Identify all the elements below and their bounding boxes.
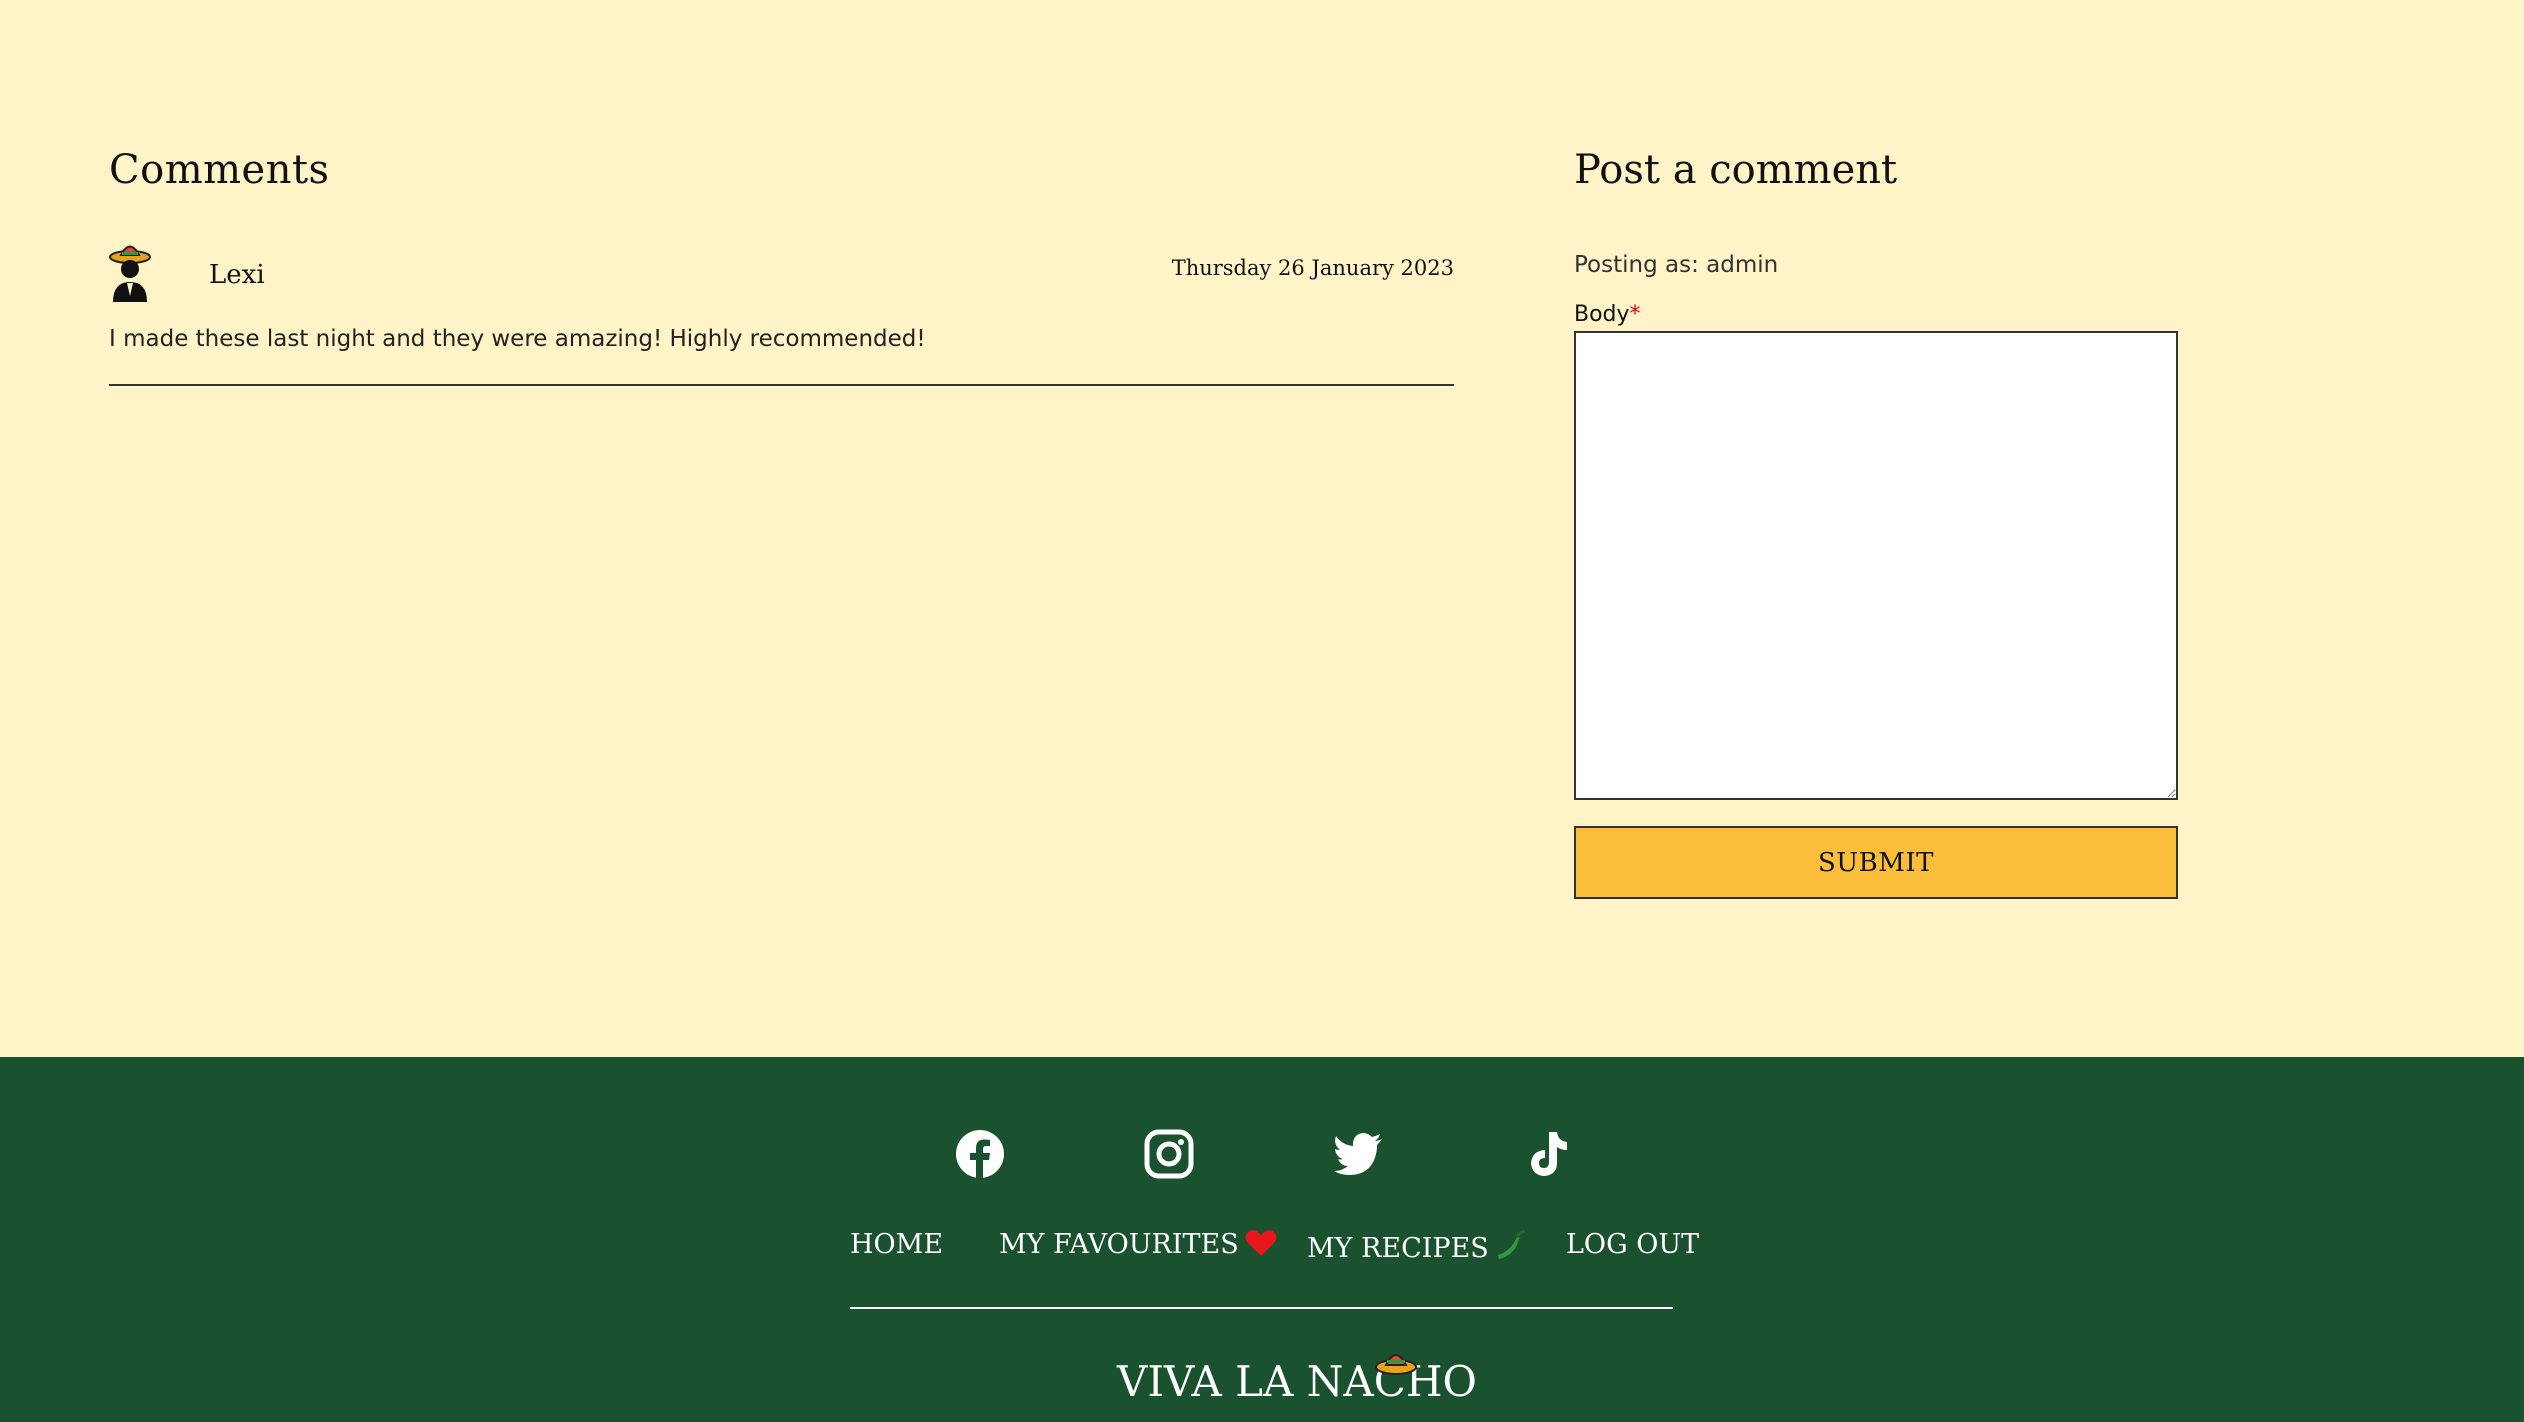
nav-recipes-link[interactable]: MY RECIPES <box>1307 1229 1527 1264</box>
comments-section: Comments Lexi Thursday 26 January 2023 I… <box>109 140 1454 386</box>
footer-divider <box>850 1307 1673 1309</box>
nav-favourites-link[interactable]: MY FAVOURITES <box>999 1229 1277 1260</box>
comment-body-textarea[interactable] <box>1574 331 2178 800</box>
nav-logout-link[interactable]: LOG OUT <box>1566 1229 1699 1260</box>
posting-as-label: Posting as: admin <box>1574 252 1779 278</box>
comment-item: Lexi Thursday 26 January 2023 I made the… <box>109 236 1454 386</box>
social-links <box>0 1128 2524 1188</box>
required-mark: * <box>1629 302 1641 327</box>
twitter-icon[interactable] <box>1332 1128 1384 1180</box>
comments-heading: Comments <box>109 147 330 193</box>
footer-nav: HOME MY FAVOURITES MY RECIPES LOG OUT <box>850 1229 1699 1269</box>
footer-brand[interactable]: VIVA LA NACHO <box>1117 1357 1477 1406</box>
heart-icon <box>1245 1230 1277 1256</box>
instagram-icon[interactable] <box>1143 1128 1195 1180</box>
sombrero-icon <box>1375 1354 1417 1375</box>
nav-favourites-label: MY FAVOURITES <box>999 1229 1239 1260</box>
body-field-label: Body* <box>1574 302 2178 327</box>
facebook-icon[interactable] <box>954 1128 1006 1180</box>
nav-recipes-label: MY RECIPES <box>1307 1233 1489 1264</box>
nav-logout-label: LOG OUT <box>1566 1229 1700 1260</box>
nav-home-label: HOME <box>850 1229 944 1260</box>
tiktok-icon[interactable] <box>1522 1128 1574 1180</box>
sombrero-man-icon <box>109 245 151 302</box>
post-comment-heading: Post a comment <box>1574 147 1898 193</box>
chilli-icon <box>1497 1229 1526 1259</box>
post-comment-section: Post a comment Posting as: admin Body* S… <box>1574 140 2178 899</box>
submit-button[interactable]: SUBMIT <box>1574 826 2178 899</box>
comment-author: Lexi <box>209 260 265 290</box>
body-label-text: Body <box>1574 302 1630 327</box>
comment-body: I made these last night and they were am… <box>109 326 926 352</box>
comment-date: Thursday 26 January 2023 <box>1171 256 1454 280</box>
site-footer: HOME MY FAVOURITES MY RECIPES LOG OUT VI… <box>0 1057 2524 1422</box>
nav-home-link[interactable]: HOME <box>850 1229 943 1260</box>
